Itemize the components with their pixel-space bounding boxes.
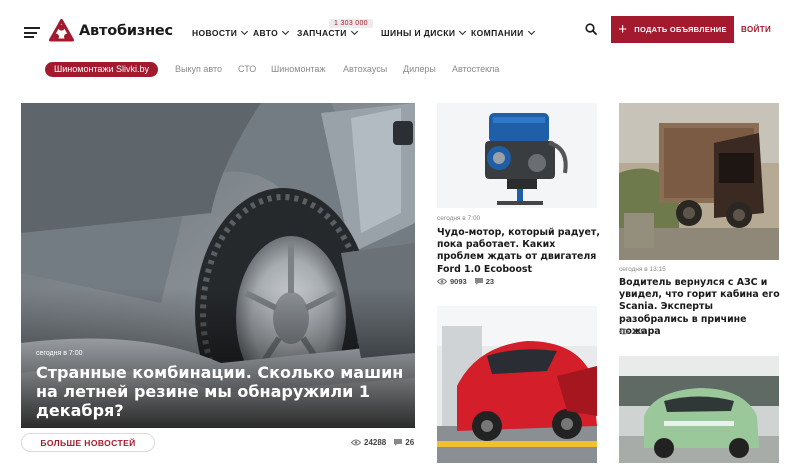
nav-item-label: ШИНЫ И ДИСКИ (381, 28, 456, 38)
plus-icon: + (618, 21, 628, 38)
hero-title[interactable]: Странные комбинации. Сколько машин на ле… (36, 363, 406, 420)
more-news-button[interactable]: БОЛЬШЕ НОВОСТЕЙ (21, 433, 155, 452)
eye-icon (619, 328, 629, 335)
article-title[interactable]: Чудо-мотор, который радует, пока работае… (437, 227, 602, 276)
logo-icon (49, 19, 74, 42)
article-stats: 235 (619, 327, 645, 336)
parts-count-badge: 1 303 000 (329, 19, 373, 28)
sub-nav: Шиномонтажи Slivki.by Выкуп авто СТО Шин… (0, 62, 800, 78)
nav-item-auto[interactable]: АВТО (253, 27, 290, 38)
subnav-active-pill[interactable]: Шиномонтажи Slivki.by (45, 62, 158, 77)
comments-count: 26 (405, 438, 415, 447)
subnav-link[interactable]: Автостекла (452, 64, 499, 74)
nav-item-parts[interactable]: ЗАПЧАСТИ (297, 27, 358, 38)
chevron-down-icon (350, 27, 358, 36)
green-car-image (619, 356, 779, 463)
views-count: 24288 (364, 438, 387, 447)
nav-item-label: НОВОСТИ (192, 28, 238, 38)
article-time: сегодня в 7:00 (437, 215, 481, 222)
eye-icon (437, 278, 447, 285)
logo-text: Автобизнес (79, 23, 173, 39)
truck-image (619, 103, 779, 260)
eye-icon (351, 439, 361, 446)
hero-stats: 24288 26 (351, 438, 414, 447)
subnav-link[interactable]: Дилеры (403, 64, 436, 74)
post-ad-label: ПОДАТЬ ОБЪЯВЛЕНИЕ (634, 25, 727, 34)
article-image-truck[interactable] (619, 103, 779, 260)
site-header: Автобизнес НОВОСТИ АВТО ЗАПЧАСТИ ШИНЫ И … (0, 0, 800, 58)
chevron-down-icon (527, 27, 535, 36)
chevron-down-icon (241, 27, 249, 36)
comment-icon (474, 278, 483, 285)
post-ad-button[interactable]: + ПОДАТЬ ОБЪЯВЛЕНИЕ (611, 16, 734, 43)
views-count: 9093 (450, 277, 467, 286)
subnav-link[interactable]: СТО (238, 64, 256, 74)
nav-item-news[interactable]: НОВОСТИ (192, 27, 249, 38)
comments-count: 23 (485, 277, 495, 286)
subnav-link[interactable]: Шиномонтаж (271, 64, 325, 74)
hero-article[interactable]: сегодня в 7:00 Странные комбинации. Скол… (21, 103, 415, 428)
chevron-down-icon (282, 27, 290, 36)
engine-image (437, 103, 597, 208)
views-count: 235 (632, 327, 645, 336)
hero-time: сегодня в 7:00 (36, 350, 83, 357)
article-stats: 9093 23 (437, 277, 494, 286)
chevron-down-icon (459, 27, 467, 36)
article-image-crash-test[interactable] (437, 306, 597, 463)
nav-item-companies[interactable]: КОМПАНИИ (471, 27, 535, 38)
logo[interactable]: Автобизнес (49, 19, 173, 43)
article-image-green-car[interactable] (619, 356, 779, 463)
article-image-engine[interactable] (437, 103, 597, 208)
subnav-link[interactable]: Автохаусы (343, 64, 387, 74)
subnav-link[interactable]: Выкуп авто (175, 64, 222, 74)
nav-item-label: КОМПАНИИ (471, 28, 524, 38)
search-icon[interactable] (585, 23, 597, 35)
comment-icon (394, 439, 403, 446)
menu-icon[interactable] (24, 27, 40, 38)
nav-item-label: АВТО (253, 28, 279, 38)
nav-item-tires[interactable]: ШИНЫ И ДИСКИ (381, 27, 467, 38)
article-time: сегодня в 13:15 (619, 266, 666, 273)
crash-test-image (437, 306, 597, 463)
login-link[interactable]: ВОЙТИ (741, 25, 771, 34)
nav-item-label: ЗАПЧАСТИ (297, 28, 347, 38)
